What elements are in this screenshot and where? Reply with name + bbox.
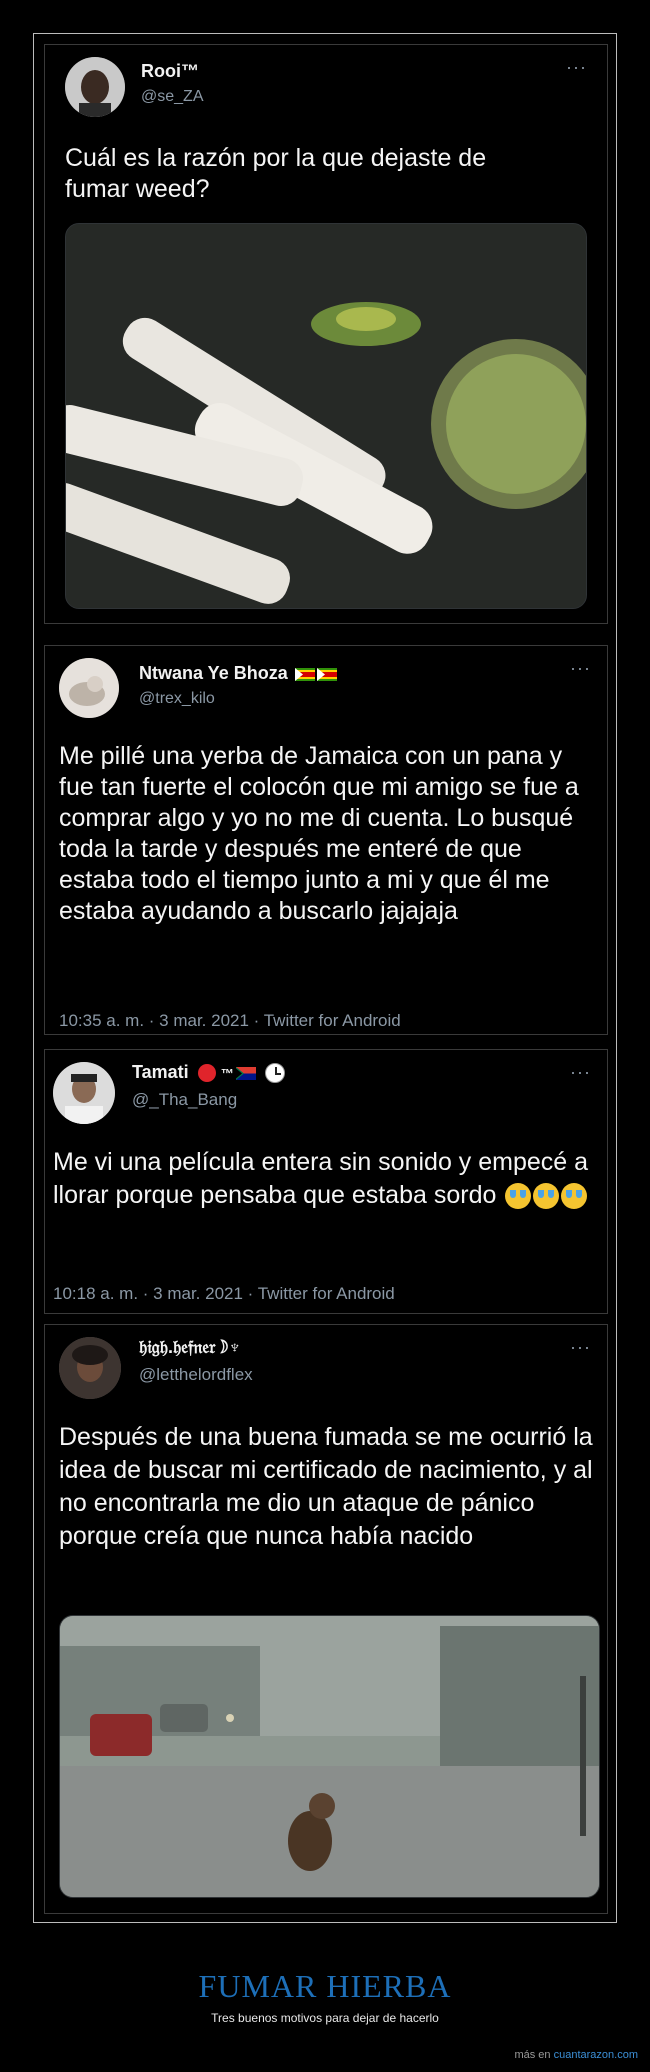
user-handle[interactable]: @se_ZA bbox=[141, 88, 203, 106]
display-name-text: Ntwana Ye Bhoza bbox=[139, 663, 288, 683]
avatar[interactable] bbox=[53, 1062, 115, 1124]
meme-frame: Rooi™ @se_ZA ··· Cuál es la razón por la… bbox=[33, 33, 617, 1923]
tweet-text: Después de una buena fumada se me ocurri… bbox=[59, 1423, 593, 1550]
tweet-card-3[interactable]: Tamati ™ @_Tha_Bang ··· Me vi una pelícu… bbox=[44, 1049, 608, 1314]
clock-icon bbox=[264, 1063, 285, 1084]
avatar[interactable] bbox=[59, 1337, 121, 1399]
zimbabwe-flag-icon bbox=[294, 667, 315, 681]
tomato-icon bbox=[197, 1064, 216, 1083]
display-name[interactable]: Tamati ™ bbox=[132, 1062, 285, 1084]
display-name[interactable]: Ntwana Ye Bhoza bbox=[139, 663, 337, 684]
more-options-icon[interactable]: ··· bbox=[570, 1062, 591, 1083]
avatar[interactable] bbox=[65, 57, 125, 117]
user-handle[interactable]: @_Tha_Bang bbox=[132, 1090, 237, 1110]
avatar[interactable] bbox=[59, 658, 119, 718]
site-link[interactable]: cuantarazon.com bbox=[554, 2049, 638, 2061]
user-handle[interactable]: @trex_kilo bbox=[139, 690, 215, 708]
south-africa-flag-icon bbox=[235, 1066, 256, 1080]
credit-prefix: más en bbox=[514, 2049, 551, 2061]
tweet-text-line: fumar weed? bbox=[65, 175, 210, 204]
more-options-icon[interactable]: ··· bbox=[570, 658, 591, 679]
tweet-text: Me pillé una yerba de Jamaica con un pan… bbox=[59, 742, 579, 925]
tweet-card-4[interactable]: 𝔥𝔦𝔤𝔥.𝔥𝔢𝔣𝔫𝔢𝔯☽︎♆ @letthelordflex ··· Despu… bbox=[44, 1324, 608, 1914]
display-name-text: Tamati bbox=[132, 1062, 189, 1082]
crying-face-icon bbox=[505, 1183, 532, 1210]
tweet-photo[interactable] bbox=[65, 223, 587, 609]
tweet-card-2[interactable]: Ntwana Ye Bhoza @trex_kilo ··· Me pillé … bbox=[44, 645, 608, 1035]
tweet-text: Cuál es la razón por la que dejaste de f… bbox=[65, 143, 585, 206]
tweet-text: Me vi una película entera sin sonido y e… bbox=[53, 1146, 593, 1212]
trademark-symbol: ™ bbox=[220, 1066, 234, 1081]
site-credit: más en cuantarazon.com bbox=[514, 2049, 638, 2061]
user-handle[interactable]: @letthelordflex bbox=[139, 1365, 253, 1385]
tweet-text-line: Cuál es la razón por la que dejaste de bbox=[65, 144, 487, 172]
crying-face-icon bbox=[561, 1183, 588, 1210]
display-name[interactable]: 𝔥𝔦𝔤𝔥.𝔥𝔢𝔣𝔫𝔢𝔯☽︎♆ bbox=[139, 1337, 242, 1358]
tweet-timestamp[interactable]: 10:18 a. m. · 3 mar. 2021 · Twitter for … bbox=[53, 1284, 395, 1304]
more-options-icon[interactable]: ··· bbox=[566, 57, 587, 78]
display-name[interactable]: Rooi™ bbox=[141, 61, 199, 82]
tweet-card-1[interactable]: Rooi™ @se_ZA ··· Cuál es la razón por la… bbox=[44, 44, 608, 624]
more-options-icon[interactable]: ··· bbox=[570, 1337, 591, 1358]
zimbabwe-flag-icon bbox=[316, 667, 337, 681]
crying-face-icon bbox=[533, 1183, 560, 1210]
tweet-photo[interactable] bbox=[59, 1615, 600, 1898]
tweet-timestamp[interactable]: 10:35 a. m. · 3 mar. 2021 · Twitter for … bbox=[59, 1011, 401, 1031]
post-title[interactable]: FUMAR HIERBA bbox=[0, 1968, 650, 2005]
post-subtitle: Tres buenos motivos para dejar de hacerl… bbox=[211, 2011, 439, 2025]
